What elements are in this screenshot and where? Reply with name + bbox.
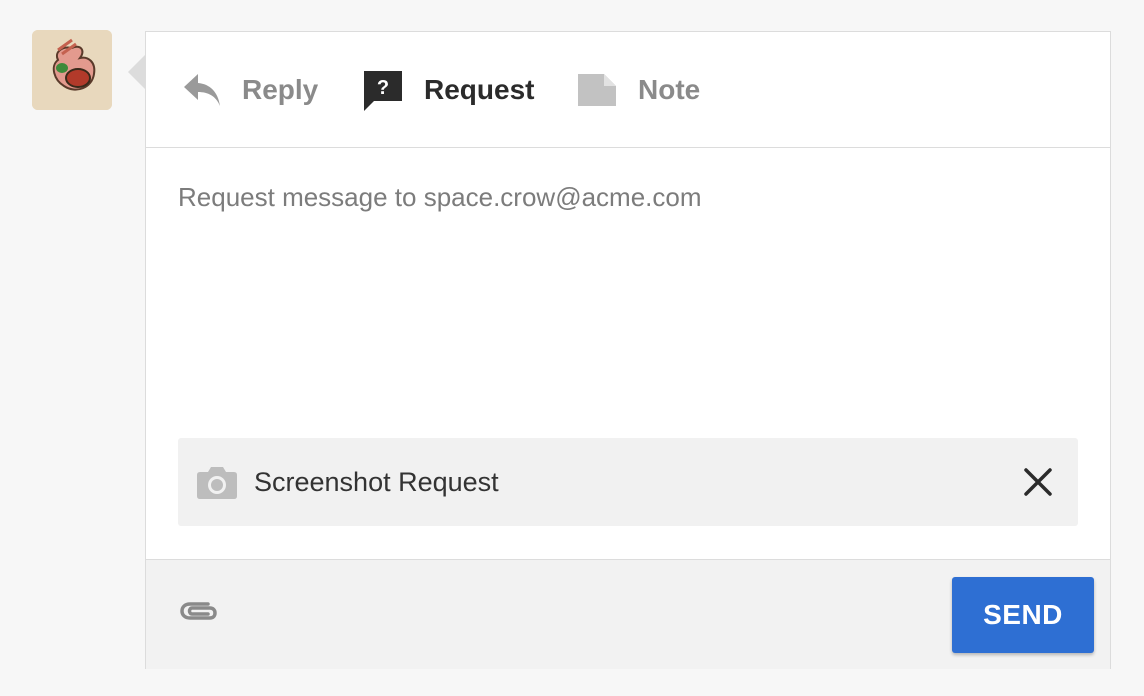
attachment-label: Screenshot Request bbox=[254, 466, 499, 497]
svg-text:?: ? bbox=[377, 77, 389, 99]
tab-note[interactable]: Note bbox=[576, 68, 700, 112]
camera-icon bbox=[196, 464, 238, 500]
screenshot-request-attachment: Screenshot Request bbox=[178, 438, 1078, 526]
composer-tabs: Reply ? Request Note bbox=[146, 32, 1110, 148]
avatar[interactable] bbox=[32, 30, 112, 110]
tab-reply-label: Reply bbox=[242, 74, 319, 105]
tab-request[interactable]: ? Request bbox=[362, 68, 534, 112]
reply-icon bbox=[182, 72, 222, 108]
note-icon bbox=[576, 72, 618, 108]
composer-panel: Reply ? Request Note Request message to … bbox=[145, 31, 1111, 669]
paperclip-icon[interactable] bbox=[178, 598, 220, 629]
panel-pointer bbox=[128, 55, 145, 89]
close-icon[interactable] bbox=[1020, 464, 1056, 500]
avatar-image bbox=[32, 30, 112, 110]
request-message-input[interactable] bbox=[178, 182, 1078, 213]
composer-footer: SEND bbox=[146, 559, 1110, 669]
tab-note-label: Note bbox=[638, 74, 701, 105]
tab-request-label: Request bbox=[424, 74, 535, 105]
question-bubble-icon: ? bbox=[362, 69, 404, 111]
send-button[interactable]: SEND bbox=[952, 577, 1094, 653]
tab-reply[interactable]: Reply bbox=[182, 68, 318, 112]
